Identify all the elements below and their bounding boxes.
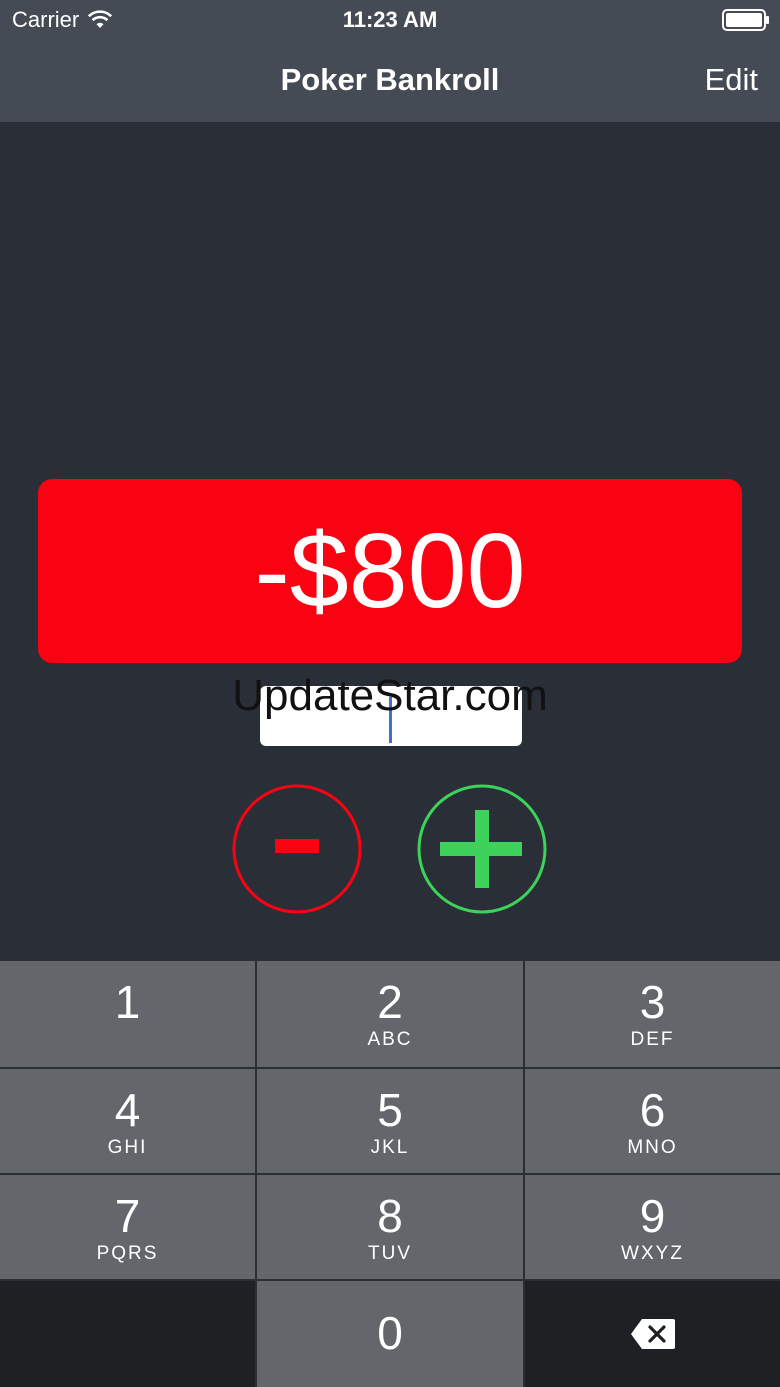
navigation-bar: Carrier 11:23 AM Poker Bankroll Edit (0, 0, 780, 122)
key-4[interactable]: 4 GHI (0, 1069, 255, 1173)
text-cursor (389, 697, 392, 743)
key-9[interactable]: 9 WXYZ (525, 1175, 780, 1279)
bankroll-balance-display: -$800 (38, 479, 742, 663)
add-button[interactable] (417, 784, 547, 914)
key-6[interactable]: 6 MNO (525, 1069, 780, 1173)
key-0[interactable]: 0 (257, 1281, 523, 1387)
key-5[interactable]: 5 JKL (257, 1069, 523, 1173)
backspace-icon (631, 1319, 675, 1349)
key-1[interactable]: 1 (0, 961, 255, 1067)
key-blank (0, 1281, 255, 1387)
key-3[interactable]: 3 DEF (525, 961, 780, 1067)
key-8[interactable]: 8 TUV (257, 1175, 523, 1279)
battery-icon (722, 9, 769, 31)
subtract-button[interactable] (232, 784, 362, 914)
minus-icon (275, 839, 319, 853)
page-title: Poker Bankroll (280, 62, 500, 97)
plus-icon (440, 810, 522, 888)
status-time: 11:23 AM (342, 7, 438, 32)
key-2[interactable]: 2 ABC (257, 961, 523, 1067)
bankroll-amount: -$800 (254, 512, 526, 630)
edit-button[interactable]: Edit (705, 60, 758, 100)
key-7[interactable]: 7 PQRS (0, 1175, 255, 1279)
app-screen: Carrier 11:23 AM Poker Bankroll Edit -$8… (0, 0, 780, 1387)
